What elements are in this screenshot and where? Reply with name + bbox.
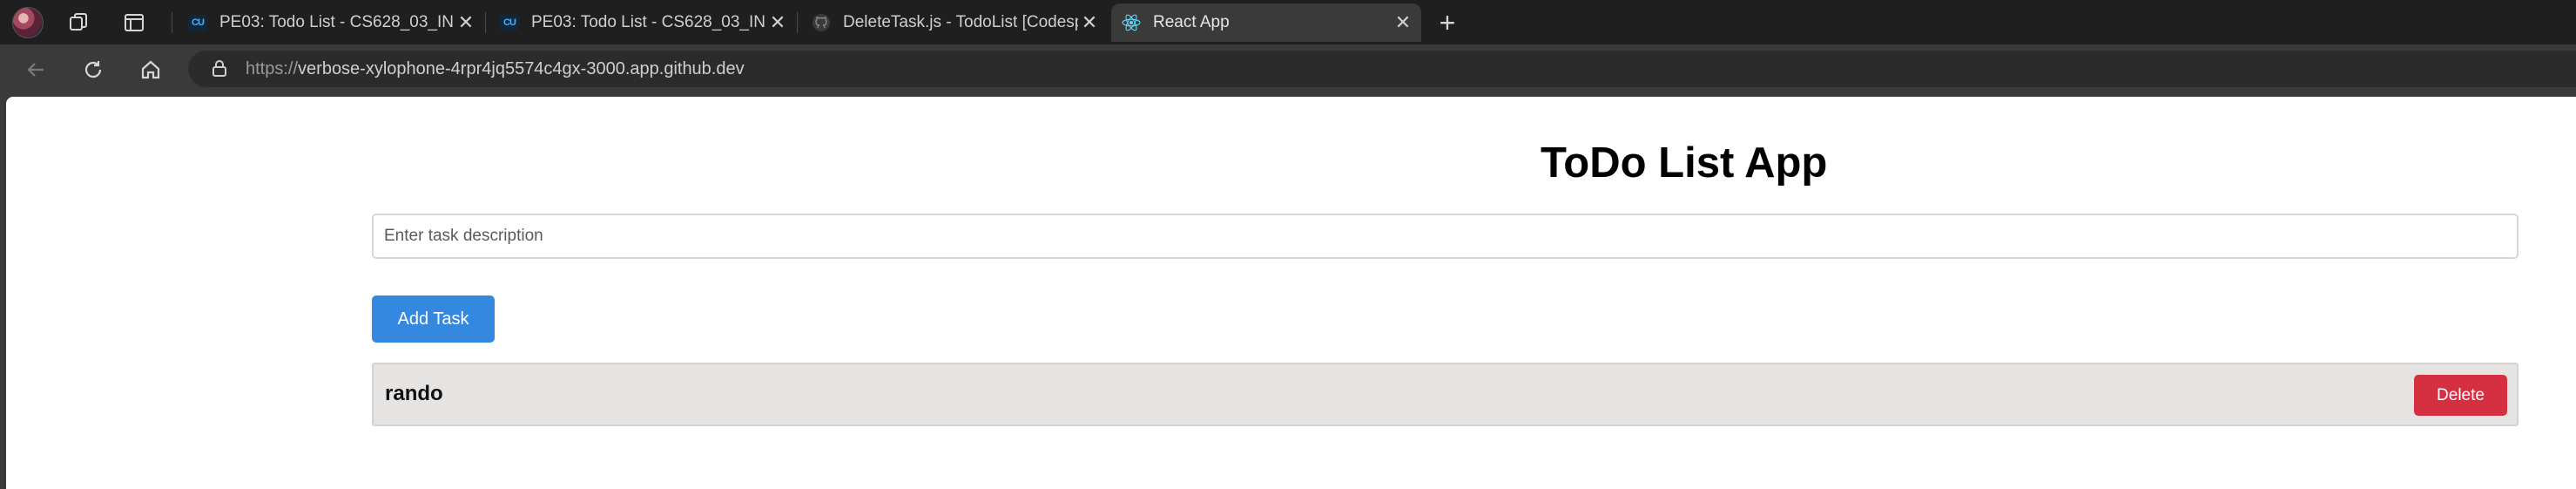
github-icon bbox=[812, 13, 831, 32]
url-protocol: https:// bbox=[246, 58, 299, 78]
refresh-icon[interactable] bbox=[78, 55, 108, 85]
task-description: rando bbox=[385, 382, 443, 405]
cu-icon: CU bbox=[500, 13, 519, 32]
browser-viewport: ToDo List App Add Task rando Delete bbox=[0, 93, 2576, 489]
delete-task-button[interactable]: Delete bbox=[2414, 375, 2507, 416]
tab-separator bbox=[797, 12, 798, 33]
close-tab-icon[interactable]: ✕ bbox=[1392, 11, 1414, 34]
tab-separator bbox=[485, 12, 486, 33]
browser-tab-active[interactable]: React App ✕ bbox=[1111, 3, 1421, 42]
url-host: verbose-xylophone-4rpr4jq5574c4gx-3000.a… bbox=[298, 58, 745, 78]
task-description-input[interactable] bbox=[372, 214, 2519, 259]
browser-tab-2[interactable]: CU PE03: Todo List - CS628_03_IN: Full ✕ bbox=[489, 3, 796, 42]
browser-tab-bar: CU PE03: Todo List - CS628_03_IN: Full ✕… bbox=[0, 0, 2576, 44]
home-icon[interactable] bbox=[136, 55, 165, 85]
tab-title: PE03: Todo List - CS628_03_IN: Full bbox=[219, 13, 455, 31]
profile-avatar[interactable] bbox=[12, 7, 44, 38]
workspaces-icon[interactable] bbox=[66, 10, 91, 35]
close-tab-icon[interactable]: ✕ bbox=[455, 11, 477, 34]
address-bar: https://verbose-xylophone-4rpr4jq5574c4g… bbox=[0, 44, 2576, 93]
tab-title: React App bbox=[1153, 13, 1230, 31]
todo-app: ToDo List App Add Task rando Delete bbox=[6, 97, 2576, 489]
tab-title: PE03: Todo List - CS628_03_IN: Full bbox=[531, 13, 766, 31]
url-field[interactable]: https://verbose-xylophone-4rpr4jq5574c4g… bbox=[188, 51, 2576, 87]
page-title: ToDo List App bbox=[1541, 139, 1828, 187]
back-arrow-icon[interactable] bbox=[21, 55, 51, 85]
new-tab-icon[interactable]: + bbox=[1435, 7, 1460, 38]
tab-title: DeleteTask.js - TodoList [Codespaces] bbox=[843, 13, 1078, 31]
task-item: rando Delete bbox=[372, 363, 2519, 426]
tab-actions-icon[interactable] bbox=[122, 10, 146, 35]
close-tab-icon[interactable]: ✕ bbox=[766, 11, 789, 34]
lock-icon[interactable] bbox=[209, 58, 230, 79]
react-icon bbox=[1122, 13, 1141, 32]
cu-icon: CU bbox=[188, 13, 207, 32]
browser-tab-1[interactable]: CU PE03: Todo List - CS628_03_IN: Full ✕ bbox=[178, 3, 484, 42]
browser-tab-3[interactable]: DeleteTask.js - TodoList [Codespaces] ✕ bbox=[801, 3, 1108, 42]
url-text[interactable]: https://verbose-xylophone-4rpr4jq5574c4g… bbox=[246, 59, 745, 79]
add-task-button[interactable]: Add Task bbox=[372, 295, 495, 343]
close-tab-icon[interactable]: ✕ bbox=[1078, 11, 1101, 34]
